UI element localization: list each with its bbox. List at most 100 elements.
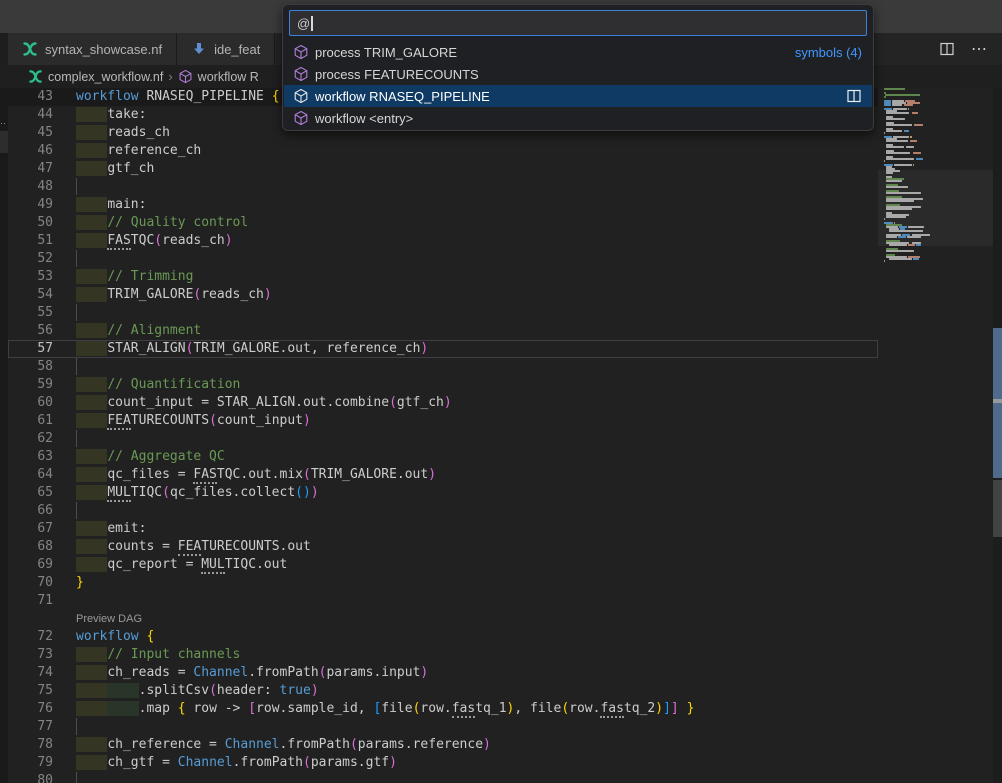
- code-line[interactable]: 62: [8, 430, 878, 448]
- tab-syntax-showcase[interactable]: syntax_showcase.nf: [8, 33, 177, 65]
- code-line-content: [76, 718, 878, 736]
- code-line-content: reference_ch: [76, 142, 878, 160]
- code-line[interactable]: 59 // Quantification: [8, 376, 878, 394]
- symbols-count-badge[interactable]: symbols (4): [795, 45, 862, 60]
- code-line[interactable]: 54 TRIM_GALORE(reads_ch): [8, 286, 878, 304]
- code-line-content: emit:: [76, 520, 878, 538]
- quick-open-item[interactable]: process TRIM_GALORE symbols (4): [284, 41, 872, 63]
- code-line[interactable]: 53 // Trimming: [8, 268, 878, 286]
- code-line[interactable]: 66: [8, 502, 878, 520]
- code-line-content: [76, 592, 878, 610]
- code-line-content: FASTQC(reads_ch): [76, 232, 878, 250]
- line-number: 58: [8, 358, 53, 376]
- breadcrumb-separator: ›: [168, 69, 172, 84]
- more-actions-icon[interactable]: ⋯: [970, 40, 988, 58]
- quick-open-item[interactable]: workflow RNASEQ_PIPELINE: [284, 85, 872, 107]
- symbol-cube-icon: [293, 110, 309, 126]
- code-line[interactable]: 70}: [8, 574, 878, 592]
- code-editor[interactable]: 43workflow RNASEQ_PIPELINE {44 take:45 r…: [8, 88, 878, 783]
- code-line-content: qc_files = FASTQC.out.mix(TRIM_GALORE.ou…: [76, 466, 878, 484]
- code-line[interactable]: 80: [8, 772, 878, 783]
- line-number: 52: [8, 250, 53, 268]
- code-line[interactable]: 57 STAR_ALIGN(TRIM_GALORE.out, reference…: [8, 340, 878, 358]
- line-number: 65: [8, 484, 53, 502]
- code-line[interactable]: 71: [8, 592, 878, 610]
- code-line-content: [76, 178, 878, 196]
- codelens-label[interactable]: Preview DAG: [76, 610, 878, 628]
- codelens-preview-dag[interactable]: Preview DAG: [8, 610, 878, 628]
- line-number: 57: [8, 340, 53, 358]
- code-line[interactable]: 68 counts = FEATURECOUNTS.out: [8, 538, 878, 556]
- open-to-side-icon[interactable]: [846, 88, 862, 104]
- code-line[interactable]: 58: [8, 358, 878, 376]
- code-line[interactable]: 65 MULTIQC(qc_files.collect()): [8, 484, 878, 502]
- code-line[interactable]: 55: [8, 304, 878, 322]
- code-line[interactable]: 52: [8, 250, 878, 268]
- quick-open-panel: @ process TRIM_GALOREsymbols (4)process …: [282, 4, 874, 131]
- line-number: 61: [8, 412, 53, 430]
- code-line[interactable]: 61 FEATURECOUNTS(count_input): [8, 412, 878, 430]
- line-number: 69: [8, 556, 53, 574]
- code-line-content: ch_reads = Channel.fromPath(params.input…: [76, 664, 878, 682]
- line-number: 71: [8, 592, 53, 610]
- line-number: 62: [8, 430, 53, 448]
- tab-label: syntax_showcase.nf: [45, 42, 162, 57]
- editor-scrollbar[interactable]: [993, 88, 1002, 783]
- symbol-cube-icon: [293, 88, 309, 104]
- code-line-content: STAR_ALIGN(TRIM_GALORE.out, reference_ch…: [76, 340, 878, 358]
- code-line-content: .splitCsv(header: true): [76, 682, 878, 700]
- code-line[interactable]: 72workflow {: [8, 628, 878, 646]
- breadcrumb-symbol[interactable]: workflow R: [198, 70, 259, 84]
- line-number: 47: [8, 160, 53, 178]
- code-line[interactable]: 75 .splitCsv(header: true): [8, 682, 878, 700]
- code-line[interactable]: 64 qc_files = FASTQC.out.mix(TRIM_GALORE…: [8, 466, 878, 484]
- left-sash[interactable]: ‥: [0, 88, 8, 783]
- minimap[interactable]: [878, 88, 993, 783]
- code-line-content: // Aggregate QC: [76, 448, 878, 466]
- line-number: 75: [8, 682, 53, 700]
- quick-open-item-label: process TRIM_GALORE: [315, 45, 457, 60]
- code-line[interactable]: 47 gtf_ch: [8, 160, 878, 178]
- code-line[interactable]: 73 // Input channels: [8, 646, 878, 664]
- scrollbar-slider[interactable]: [993, 328, 1002, 478]
- quick-open-input[interactable]: @: [289, 10, 867, 36]
- scrollbar-decoration: [993, 480, 1002, 537]
- line-number: 64: [8, 466, 53, 484]
- line-number: 45: [8, 124, 53, 142]
- code-line[interactable]: 76 .map { row -> [row.sample_id, [file(r…: [8, 700, 878, 718]
- code-line[interactable]: 60 count_input = STAR_ALIGN.out.combine(…: [8, 394, 878, 412]
- code-line[interactable]: 48: [8, 178, 878, 196]
- line-number: 63: [8, 448, 53, 466]
- code-line[interactable]: 69 qc_report = MULTIQC.out: [8, 556, 878, 574]
- code-line[interactable]: 74 ch_reads = Channel.fromPath(params.in…: [8, 664, 878, 682]
- code-line[interactable]: 56 // Alignment: [8, 322, 878, 340]
- code-line[interactable]: 51 FASTQC(reads_ch): [8, 232, 878, 250]
- line-number: 44: [8, 106, 53, 124]
- vscode-window: syntax_showcase.nf ide_feat ⋯: [0, 0, 1002, 783]
- sash-handle[interactable]: [0, 131, 8, 153]
- split-editor-icon[interactable]: [938, 40, 956, 58]
- code-line-content: // Quantification: [76, 376, 878, 394]
- breadcrumb-file[interactable]: complex_workflow.nf: [48, 70, 163, 84]
- line-number: 67: [8, 520, 53, 538]
- code-line[interactable]: 77: [8, 718, 878, 736]
- code-line[interactable]: 50 // Quality control: [8, 214, 878, 232]
- line-number: 68: [8, 538, 53, 556]
- minimap-code-render: [884, 88, 993, 262]
- quick-open-item[interactable]: workflow <entry>: [284, 107, 872, 129]
- line-number: 77: [8, 718, 53, 736]
- code-line[interactable]: 49 main:: [8, 196, 878, 214]
- line-number: 53: [8, 268, 53, 286]
- code-line[interactable]: 63 // Aggregate QC: [8, 448, 878, 466]
- line-number: 54: [8, 286, 53, 304]
- code-line[interactable]: 78 ch_reference = Channel.fromPath(param…: [8, 736, 878, 754]
- symbol-cube-icon: [293, 44, 309, 60]
- code-line-content: qc_report = MULTIQC.out: [76, 556, 878, 574]
- tab-ide-features[interactable]: ide_feat: [177, 33, 275, 65]
- code-line-content: ch_gtf = Channel.fromPath(params.gtf): [76, 754, 878, 772]
- quick-open-item[interactable]: process FEATURECOUNTS: [284, 63, 872, 85]
- code-line-content: // Alignment: [76, 322, 878, 340]
- code-line[interactable]: 79 ch_gtf = Channel.fromPath(params.gtf): [8, 754, 878, 772]
- code-line[interactable]: 46 reference_ch: [8, 142, 878, 160]
- code-line[interactable]: 67 emit:: [8, 520, 878, 538]
